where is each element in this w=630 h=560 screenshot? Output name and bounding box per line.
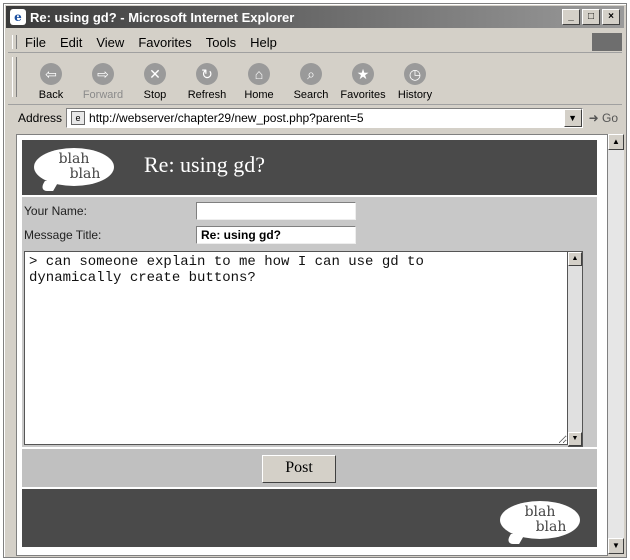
name-label: Your Name: <box>24 204 87 218</box>
menu-help[interactable]: Help <box>250 35 277 50</box>
post-form: Your Name: Message Title: > can someone … <box>22 197 597 447</box>
toolbar-grip[interactable] <box>12 35 17 49</box>
home-button[interactable]: ⌂ Home <box>233 63 285 104</box>
scroll-down-arrow-icon[interactable]: ▼ <box>608 538 624 554</box>
scroll-up-arrow-icon[interactable]: ▲ <box>608 134 624 150</box>
menu-tools[interactable]: Tools <box>206 35 236 50</box>
go-label: Go <box>601 111 618 125</box>
title-label: Message Title: <box>24 228 102 242</box>
menu-bar: File Edit View Favorites Tools Help <box>8 32 622 53</box>
back-label: Back <box>38 89 64 101</box>
back-button[interactable]: ⇦ Back <box>25 63 77 104</box>
stop-icon: ✕ <box>144 63 166 85</box>
close-button[interactable]: × <box>602 9 620 25</box>
history-label: History <box>397 89 433 101</box>
menu-favorites[interactable]: Favorites <box>138 35 191 50</box>
stop-button[interactable]: ✕ Stop <box>129 63 181 104</box>
scroll-up-arrow-icon[interactable]: ▲ <box>568 252 582 266</box>
maximize-button[interactable]: □ <box>582 9 600 25</box>
page-scrollbar[interactable]: ▲ ▼ <box>608 134 624 554</box>
address-bar: Address e http://webserver/chapter29/new… <box>8 106 622 130</box>
history-icon: ◷ <box>404 63 426 85</box>
window-title: Re: using gd? - Microsoft Internet Explo… <box>30 9 295 25</box>
address-label: Address <box>18 111 63 125</box>
menu-file[interactable]: File <box>25 35 46 50</box>
search-label: Search <box>293 89 329 101</box>
post-button[interactable]: Post <box>262 455 336 483</box>
menu-view[interactable]: View <box>96 35 124 50</box>
post-bar: Post <box>22 449 597 487</box>
footer-blah-logo: blah blah <box>500 501 580 539</box>
logo-line1: blah <box>58 151 90 167</box>
minimize-button[interactable]: _ <box>562 9 580 25</box>
page-icon: e <box>71 111 86 125</box>
page-title: Re: using gd? <box>144 152 265 177</box>
logo-line2: blah <box>69 166 101 182</box>
refresh-button[interactable]: ↻ Refresh <box>181 63 233 104</box>
menu-edit[interactable]: Edit <box>60 35 82 50</box>
title-row: Message Title: <box>22 223 597 247</box>
window-controls: _ □ × <box>562 9 620 25</box>
go-button[interactable]: ➜ Go <box>589 111 618 125</box>
name-field[interactable] <box>196 202 356 220</box>
internet-explorer-icon: e <box>10 9 26 25</box>
history-button[interactable]: ◷ History <box>389 63 441 104</box>
address-field[interactable]: e http://webserver/chapter29/new_post.ph… <box>66 108 583 128</box>
footer-logo-line2: blah <box>535 519 567 535</box>
stop-label: Stop <box>143 89 167 101</box>
message-textarea[interactable]: > can someone explain to me how I can us… <box>24 251 568 445</box>
forward-label: Forward <box>82 89 124 101</box>
favorites-label: Favorites <box>340 89 386 101</box>
back-arrow-icon: ⇦ <box>40 63 62 85</box>
forward-arrow-icon: ⇨ <box>92 63 114 85</box>
scroll-down-arrow-icon[interactable]: ▼ <box>568 432 582 446</box>
footer-banner: blah blah <box>22 489 597 547</box>
search-button[interactable]: ⌕ Search <box>285 63 337 104</box>
windows-logo-icon <box>592 33 622 51</box>
refresh-icon: ↻ <box>196 63 218 85</box>
name-row: Your Name: <box>22 199 597 223</box>
standard-toolbar: ⇦ Back ⇨ Forward ✕ Stop ↻ Refresh ⌂ Home… <box>8 54 622 105</box>
favorites-icon: ★ <box>352 63 374 85</box>
message-title-field[interactable] <box>196 226 356 244</box>
blah-logo: blah blah <box>34 148 114 186</box>
search-icon: ⌕ <box>300 63 322 85</box>
refresh-label: Refresh <box>187 89 227 101</box>
header-banner: blah blah Re: using gd? <box>22 140 597 195</box>
browser-window: e Re: using gd? - Microsoft Internet Exp… <box>3 3 627 558</box>
forward-button[interactable]: ⇨ Forward <box>77 63 129 104</box>
page-viewport: blah blah Re: using gd? Your Name: Messa… <box>16 134 608 556</box>
address-url[interactable]: http://webserver/chapter29/new_post.php?… <box>89 111 564 125</box>
home-icon: ⌂ <box>248 63 270 85</box>
favorites-button[interactable]: ★ Favorites <box>337 63 389 104</box>
address-dropdown-button[interactable]: ▼ <box>563 109 582 127</box>
toolbar-grip[interactable] <box>12 57 17 97</box>
textarea-scrollbar[interactable]: ▲ ▼ <box>568 251 583 447</box>
footer-logo-line1: blah <box>524 504 556 520</box>
title-bar[interactable]: e Re: using gd? - Microsoft Internet Exp… <box>6 6 624 28</box>
home-label: Home <box>244 89 274 101</box>
